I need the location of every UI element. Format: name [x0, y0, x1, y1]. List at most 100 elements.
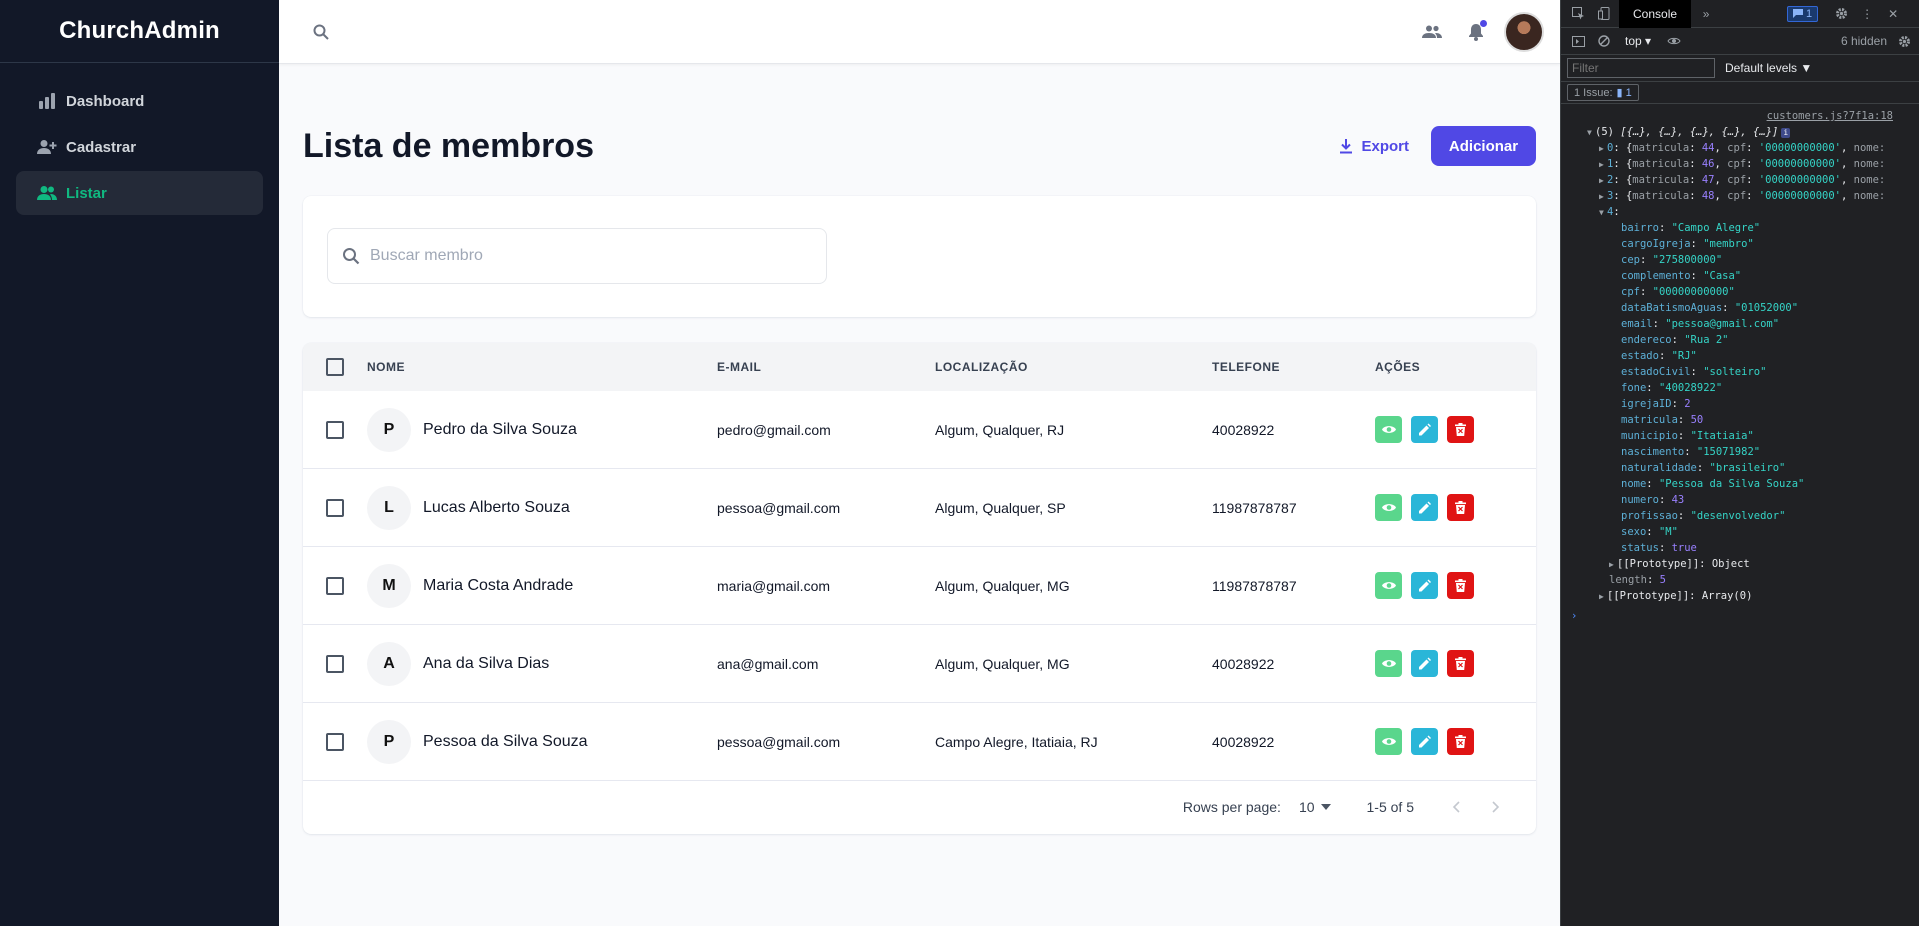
column-header-actions: AÇÕES: [1375, 360, 1421, 374]
issues-badge[interactable]: 1: [1787, 5, 1819, 22]
delete-button[interactable]: [1447, 572, 1474, 599]
clear-console-icon[interactable]: [1593, 30, 1615, 52]
row-checkbox[interactable]: [326, 576, 344, 595]
array-prototype[interactable]: ▶ [[Prototype]]: Array(0): [1561, 588, 1919, 604]
table-row[interactable]: L Lucas Alberto Souza pessoa@gmail.com A…: [303, 469, 1536, 547]
console-collapsed-entry[interactable]: ▶ 3: {matricula: 48, cpf: '00000000000', …: [1561, 188, 1919, 204]
console-property: municipio: "Itatiaia": [1621, 430, 1754, 442]
previous-page-button[interactable]: [1436, 787, 1476, 827]
row-checkbox[interactable]: [326, 654, 344, 673]
delete-button[interactable]: [1447, 416, 1474, 443]
console-property: nascimento: "15071982": [1621, 446, 1761, 458]
issues-chip[interactable]: 1 Issue: ▮ 1: [1567, 84, 1639, 101]
member-phone: 40028922: [1212, 733, 1275, 750]
search-field[interactable]: [327, 228, 827, 284]
view-button[interactable]: [1375, 494, 1402, 521]
view-button[interactable]: [1375, 416, 1402, 443]
edit-button[interactable]: [1411, 572, 1438, 599]
view-button[interactable]: [1375, 650, 1402, 677]
table-row[interactable]: P Pessoa da Silva Souza pessoa@gmail.com…: [303, 703, 1536, 781]
chevron-right-icon: [1492, 801, 1500, 813]
console-property: endereco: "Rua 2": [1621, 334, 1729, 346]
sidebar-item-listar[interactable]: Listar: [16, 171, 263, 215]
column-header-email[interactable]: E-MAIL: [717, 360, 935, 374]
search-icon[interactable]: [301, 12, 341, 52]
row-checkbox[interactable]: [326, 498, 344, 517]
sidebar-toggle-icon[interactable]: [1567, 30, 1589, 52]
select-all-checkbox[interactable]: [326, 358, 344, 376]
console-collapsed-entry[interactable]: ▶ 0: {matricula: 44, cpf: '00000000000', …: [1561, 140, 1919, 156]
edit-button[interactable]: [1411, 416, 1438, 443]
eye-icon: [1381, 582, 1396, 589]
gear-icon[interactable]: [1830, 3, 1852, 25]
member-location: Algum, Qualquer, MG: [935, 655, 1070, 672]
pencil-icon: [1419, 579, 1431, 592]
view-button[interactable]: [1375, 572, 1402, 599]
add-member-button[interactable]: Adicionar: [1431, 126, 1536, 166]
eye-icon: [1381, 738, 1396, 745]
row-checkbox[interactable]: [326, 420, 344, 439]
member-phone: 11987878787: [1212, 499, 1297, 516]
console-property: numero: 43: [1621, 494, 1685, 506]
device-toolbar-icon[interactable]: [1593, 3, 1615, 25]
view-button[interactable]: [1375, 728, 1402, 755]
member-phone: 40028922: [1212, 421, 1275, 438]
log-levels-select[interactable]: Default levels ▼: [1725, 61, 1812, 75]
next-page-button[interactable]: [1476, 787, 1516, 827]
inspect-element-icon[interactable]: [1567, 3, 1589, 25]
rows-per-page-select[interactable]: 10: [1299, 799, 1331, 815]
brand-logo[interactable]: ChurchAdmin: [0, 0, 279, 63]
console-property: estadoCivil: "solteiro": [1621, 366, 1767, 378]
source-link[interactable]: customers.js?7f1a:18: [1561, 108, 1919, 124]
console-property: email: "pessoa@gmail.com": [1621, 318, 1780, 330]
console-collapsed-entry[interactable]: ▶ 2: {matricula: 47, cpf: '00000000000', …: [1561, 172, 1919, 188]
trash-icon: [1455, 735, 1466, 748]
console-filter-input[interactable]: [1567, 58, 1715, 78]
member-name: Pessoa da Silva Souza: [423, 732, 588, 750]
table-body: P Pedro da Silva Souza pedro@gmail.com A…: [303, 391, 1536, 781]
table-row[interactable]: A Ana da Silva Dias ana@gmail.com Algum,…: [303, 625, 1536, 703]
delete-button[interactable]: [1447, 494, 1474, 521]
context-selector[interactable]: top ▾: [1625, 34, 1651, 48]
sidebar-item-cadastrar[interactable]: Cadastrar: [16, 125, 263, 169]
avatar[interactable]: [1504, 11, 1544, 52]
delete-button[interactable]: [1447, 728, 1474, 755]
object-prototype[interactable]: ▶ [[Prototype]]: Object: [1561, 556, 1919, 572]
table-row[interactable]: P Pedro da Silva Souza pedro@gmail.com A…: [303, 391, 1536, 469]
contacts-icon[interactable]: [1412, 12, 1452, 52]
edit-button[interactable]: [1411, 650, 1438, 677]
search-input[interactable]: [370, 247, 790, 265]
member-phone: 40028922: [1212, 655, 1275, 672]
export-button[interactable]: Export: [1327, 130, 1421, 163]
table-row[interactable]: M Maria Costa Andrade maria@gmail.com Al…: [303, 547, 1536, 625]
member-location: Algum, Qualquer, MG: [935, 577, 1070, 594]
column-header-location[interactable]: LOCALIZAÇÃO: [935, 360, 1212, 374]
edit-button[interactable]: [1411, 494, 1438, 521]
bell-icon[interactable]: [1456, 12, 1496, 52]
kebab-menu-icon[interactable]: ⋮: [1856, 3, 1878, 25]
delete-button[interactable]: [1447, 650, 1474, 677]
more-tabs-icon[interactable]: »: [1695, 3, 1717, 25]
console-property: fone: "40028922": [1621, 382, 1723, 394]
row-checkbox[interactable]: [326, 732, 344, 751]
column-header-phone[interactable]: TELEFONE: [1212, 360, 1375, 374]
trash-icon: [1455, 657, 1466, 670]
avatar-initial: M: [367, 563, 411, 608]
expanded-entry[interactable]: ▼ 4:: [1561, 204, 1919, 220]
sidebar-item-dashboard[interactable]: Dashboard: [16, 79, 263, 123]
console-prompt[interactable]: ›: [1561, 608, 1919, 624]
sidebar: ChurchAdmin Dashboard Cadastrar Listar: [0, 0, 279, 926]
member-email: pessoa@gmail.com: [717, 733, 841, 750]
eye-icon[interactable]: [1663, 30, 1685, 52]
console-settings-icon[interactable]: [1893, 30, 1915, 52]
console-property: sexo: "M": [1621, 526, 1678, 538]
tab-console[interactable]: Console: [1619, 0, 1692, 28]
close-icon[interactable]: ✕: [1882, 3, 1904, 25]
member-email: pessoa@gmail.com: [717, 499, 841, 516]
console-log-summary[interactable]: ▼ (5) [{…}, {…}, {…}, {…}, {…}] i: [1561, 124, 1919, 140]
edit-button[interactable]: [1411, 728, 1438, 755]
pencil-icon: [1419, 735, 1431, 748]
member-phone: 11987878787: [1212, 577, 1297, 594]
column-header-name[interactable]: NOME: [367, 360, 717, 374]
console-collapsed-entry[interactable]: ▶ 1: {matricula: 46, cpf: '00000000000', …: [1561, 156, 1919, 172]
